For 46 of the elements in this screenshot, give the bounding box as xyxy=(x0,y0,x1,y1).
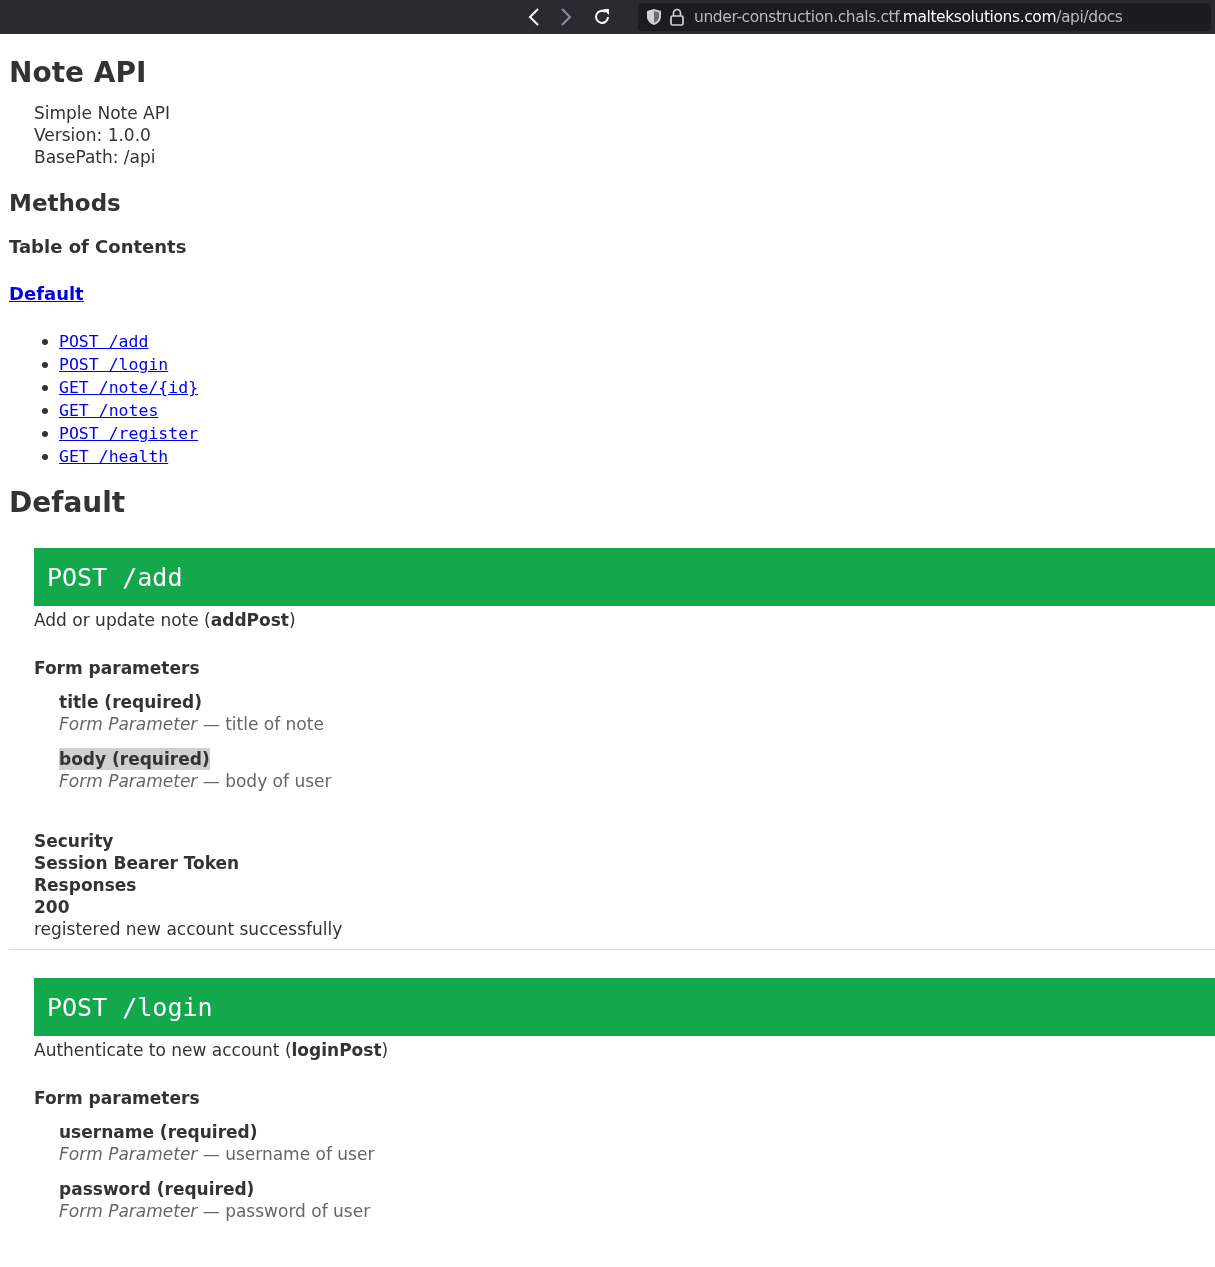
bullet-icon xyxy=(42,384,48,391)
section-heading: Form parameters xyxy=(34,1087,201,1109)
bullet-icon xyxy=(42,361,48,368)
info-line: BasePath: /api xyxy=(34,146,157,168)
section-heading: Form parameters xyxy=(34,657,201,679)
endpoint-header: POST /add xyxy=(34,548,1215,606)
forward-icon[interactable] xyxy=(560,8,572,26)
url-text: under-construction.chals.ctf.malteksolutions.com/api/docs xyxy=(694,8,1123,26)
shield-icon xyxy=(646,8,662,26)
page-title: Note API xyxy=(9,56,148,90)
section-heading: Responses xyxy=(34,874,138,896)
toc-link[interactable]: GET /health xyxy=(59,447,169,466)
bullet-icon xyxy=(42,338,48,345)
parameter-description: Form Parameter — password of user xyxy=(59,1200,372,1222)
parameter-name: password (required) xyxy=(59,1178,255,1200)
section-heading: Default xyxy=(9,486,127,520)
toc-link[interactable]: GET /notes xyxy=(59,401,159,420)
bullet-icon xyxy=(42,407,48,414)
toc-link[interactable]: Default xyxy=(9,282,84,306)
section-heading: Methods xyxy=(9,189,122,218)
toc-link[interactable]: GET /note/{id} xyxy=(59,378,199,397)
parameter-name: username (required) xyxy=(59,1121,258,1143)
reload-icon[interactable] xyxy=(592,7,612,27)
section-heading: Security xyxy=(34,830,115,852)
endpoint-summary: Authenticate to new account (loginPost) xyxy=(34,1039,390,1061)
security-scheme: Session Bearer Token xyxy=(34,852,241,874)
toc-link[interactable]: POST /register xyxy=(59,424,199,443)
bullet-icon xyxy=(42,430,48,437)
parameter-description: Form Parameter — title of note xyxy=(59,713,325,735)
response-code: 200 xyxy=(34,896,71,918)
info-line: Simple Note API xyxy=(34,102,171,124)
parameter-name: title (required) xyxy=(59,691,202,713)
parameter-name: body (required) xyxy=(59,748,210,770)
section-heading: Table of Contents xyxy=(9,235,188,259)
parameter-description: Form Parameter — username of user xyxy=(59,1143,376,1165)
info-line: Version: 1.0.0 xyxy=(34,124,152,146)
toc-link[interactable]: POST /login xyxy=(59,355,169,374)
response-description: registered new account successfully xyxy=(34,918,344,940)
bullet-icon xyxy=(42,453,48,460)
toc-link[interactable]: POST /add xyxy=(59,332,149,351)
address-bar[interactable]: under-construction.chals.ctf.malteksolutions.com/api/docs xyxy=(638,3,1211,31)
parameter-description: Form Parameter — body of user xyxy=(59,770,333,792)
endpoint-header: POST /login xyxy=(34,978,1215,1036)
lock-icon xyxy=(670,8,684,26)
back-icon[interactable] xyxy=(528,8,540,26)
endpoint-summary: Add or update note (addPost) xyxy=(34,609,297,631)
